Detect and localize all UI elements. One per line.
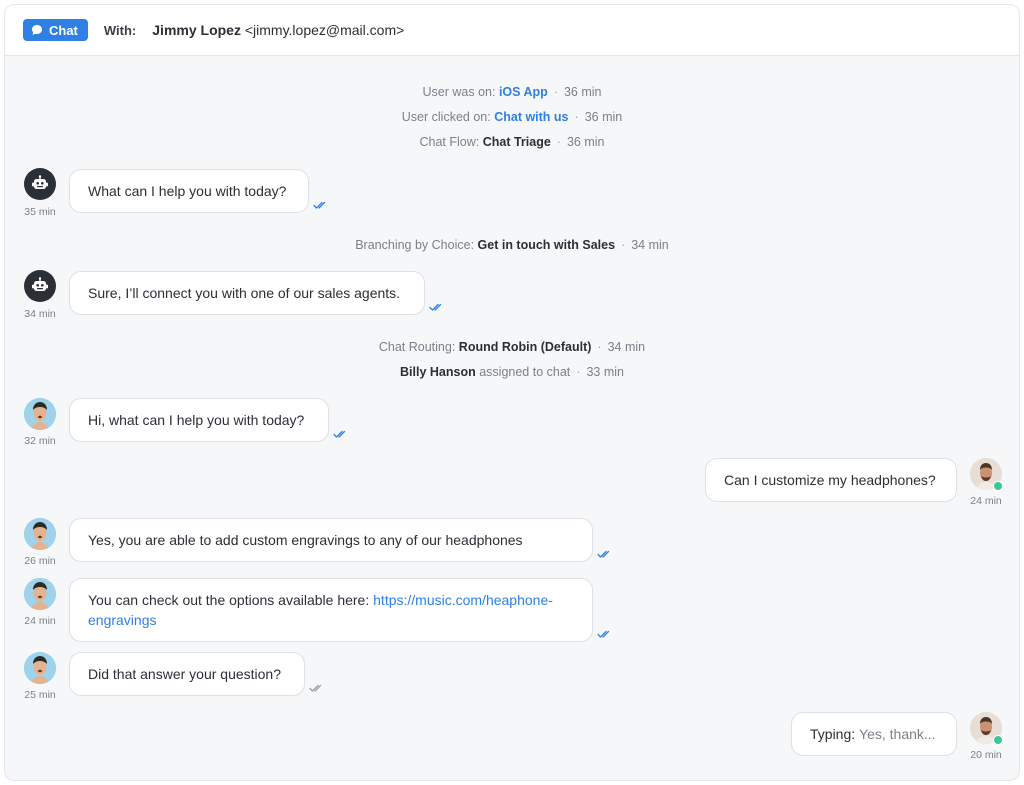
chat-channel-badge: Chat	[23, 19, 88, 41]
agent-message-bubble: Yes, you are able to add custom engravin…	[69, 518, 593, 562]
event-time: 36 min	[563, 85, 602, 99]
event-label: Branching by Choice:	[355, 238, 475, 252]
message-text: You can check out the options available …	[88, 592, 370, 608]
agent-portrait-icon	[24, 398, 56, 430]
user-typing-bubble: Typing: Yes, thank...	[791, 712, 957, 756]
bot-avatar	[24, 168, 56, 200]
transcript-header: Chat With: Jimmy Lopez <jimmy.lopez@mail…	[5, 5, 1019, 56]
user-avatar	[970, 458, 1003, 491]
event-link-ios-app[interactable]: iOS App	[499, 85, 548, 99]
user-avatar	[970, 712, 1003, 745]
chat-badge-label: Chat	[49, 22, 78, 38]
message-time: 26 min	[24, 555, 56, 567]
double-check-icon	[309, 684, 322, 692]
typing-preview-text: Yes, thank...	[859, 726, 936, 742]
robot-icon	[32, 277, 48, 291]
event-time: 34 min	[631, 238, 669, 252]
message-time: 25 min	[24, 689, 56, 701]
double-check-icon	[429, 303, 442, 311]
agent-message-bubble: Hi, what can I help you with today?	[69, 398, 329, 442]
event-label: assigned to chat	[479, 365, 571, 379]
online-status-indicator	[993, 735, 1003, 745]
event-time: 34 min	[607, 340, 646, 354]
contact-email: <jimmy.lopez@mail.com>	[244, 22, 405, 38]
online-status-indicator	[993, 481, 1003, 491]
event-label: User clicked on:	[401, 110, 491, 124]
event-time: 33 min	[586, 365, 624, 379]
message-text: Hi, what can I help you with today?	[88, 412, 305, 428]
chat-transcript-panel: Chat With: Jimmy Lopez <jimmy.lopez@mail…	[4, 4, 1020, 781]
agent-avatar	[24, 398, 56, 430]
message-time: 24 min	[970, 495, 1002, 507]
event-label: Chat Routing:	[378, 340, 456, 354]
event-value: Round Robin (Default)	[458, 340, 592, 354]
agent-portrait-icon	[24, 518, 56, 550]
message-time: 34 min	[24, 308, 56, 320]
event-label: Chat Flow:	[419, 135, 480, 149]
system-event-agent-assigned: Billy Hanson assigned to chat · 33 min	[400, 365, 624, 379]
message-text: Sure, I’ll connect you with one of our s…	[88, 285, 401, 301]
agent-avatar	[24, 652, 56, 684]
message-text: Did that answer your question?	[88, 666, 281, 682]
agent-message-bubble: You can check out the options available …	[69, 578, 593, 642]
message-time: 32 min	[24, 435, 56, 447]
message-content: You can check out the options available …	[88, 590, 574, 630]
double-check-icon	[313, 201, 326, 209]
agent-avatar	[24, 578, 56, 610]
user-message-bubble: Can I customize my headphones?	[705, 458, 957, 502]
typing-label: Typing:	[810, 726, 856, 742]
robot-icon	[32, 175, 48, 189]
system-event-branching: Branching by Choice: Get in touch with S…	[355, 238, 669, 252]
system-event-chat-flow: Chat Flow: Chat Triage · 36 min	[419, 135, 605, 149]
bot-avatar	[24, 270, 56, 302]
message-text: Can I customize my headphones?	[724, 472, 936, 488]
agent-portrait-icon	[24, 652, 56, 684]
agent-message-bubble: Did that answer your question?	[69, 652, 305, 696]
system-event-chat-routing: Chat Routing: Round Robin (Default) · 34 m…	[378, 340, 646, 354]
event-value: Get in touch with Sales	[477, 238, 616, 252]
bot-message-bubble: What can I help you with today?	[69, 169, 309, 213]
double-check-icon	[333, 430, 346, 438]
double-check-icon	[597, 630, 610, 638]
system-event-user-was-on: User was on: iOS App · 36 min	[422, 85, 602, 99]
double-check-icon	[597, 550, 610, 558]
contact-name: Jimmy Lopez	[152, 22, 241, 38]
agent-avatar	[24, 518, 56, 550]
bot-message-bubble: Sure, I’ll connect you with one of our s…	[69, 271, 425, 315]
event-link-chat-with-us[interactable]: Chat with us	[494, 110, 568, 124]
assigned-agent-name: Billy Hanson	[400, 365, 476, 379]
agent-portrait-icon	[24, 578, 56, 610]
message-text: What can I help you with today?	[88, 183, 287, 199]
message-time: 35 min	[24, 206, 56, 218]
system-event-user-clicked: User clicked on: Chat with us · 36 min	[401, 110, 623, 124]
contact-info: Jimmy Lopez <jimmy.lopez@mail.com>	[152, 22, 404, 38]
message-time: 20 min	[970, 749, 1002, 761]
event-time: 36 min	[566, 135, 605, 149]
chat-bubble-icon	[32, 25, 42, 35]
message-time: 24 min	[24, 615, 56, 627]
event-time: 36 min	[584, 110, 623, 124]
with-label: With:	[103, 22, 137, 38]
message-text: Yes, you are able to add custom engravin…	[88, 532, 523, 548]
event-value: Chat Triage	[482, 135, 551, 149]
event-label: User was on:	[422, 85, 496, 99]
